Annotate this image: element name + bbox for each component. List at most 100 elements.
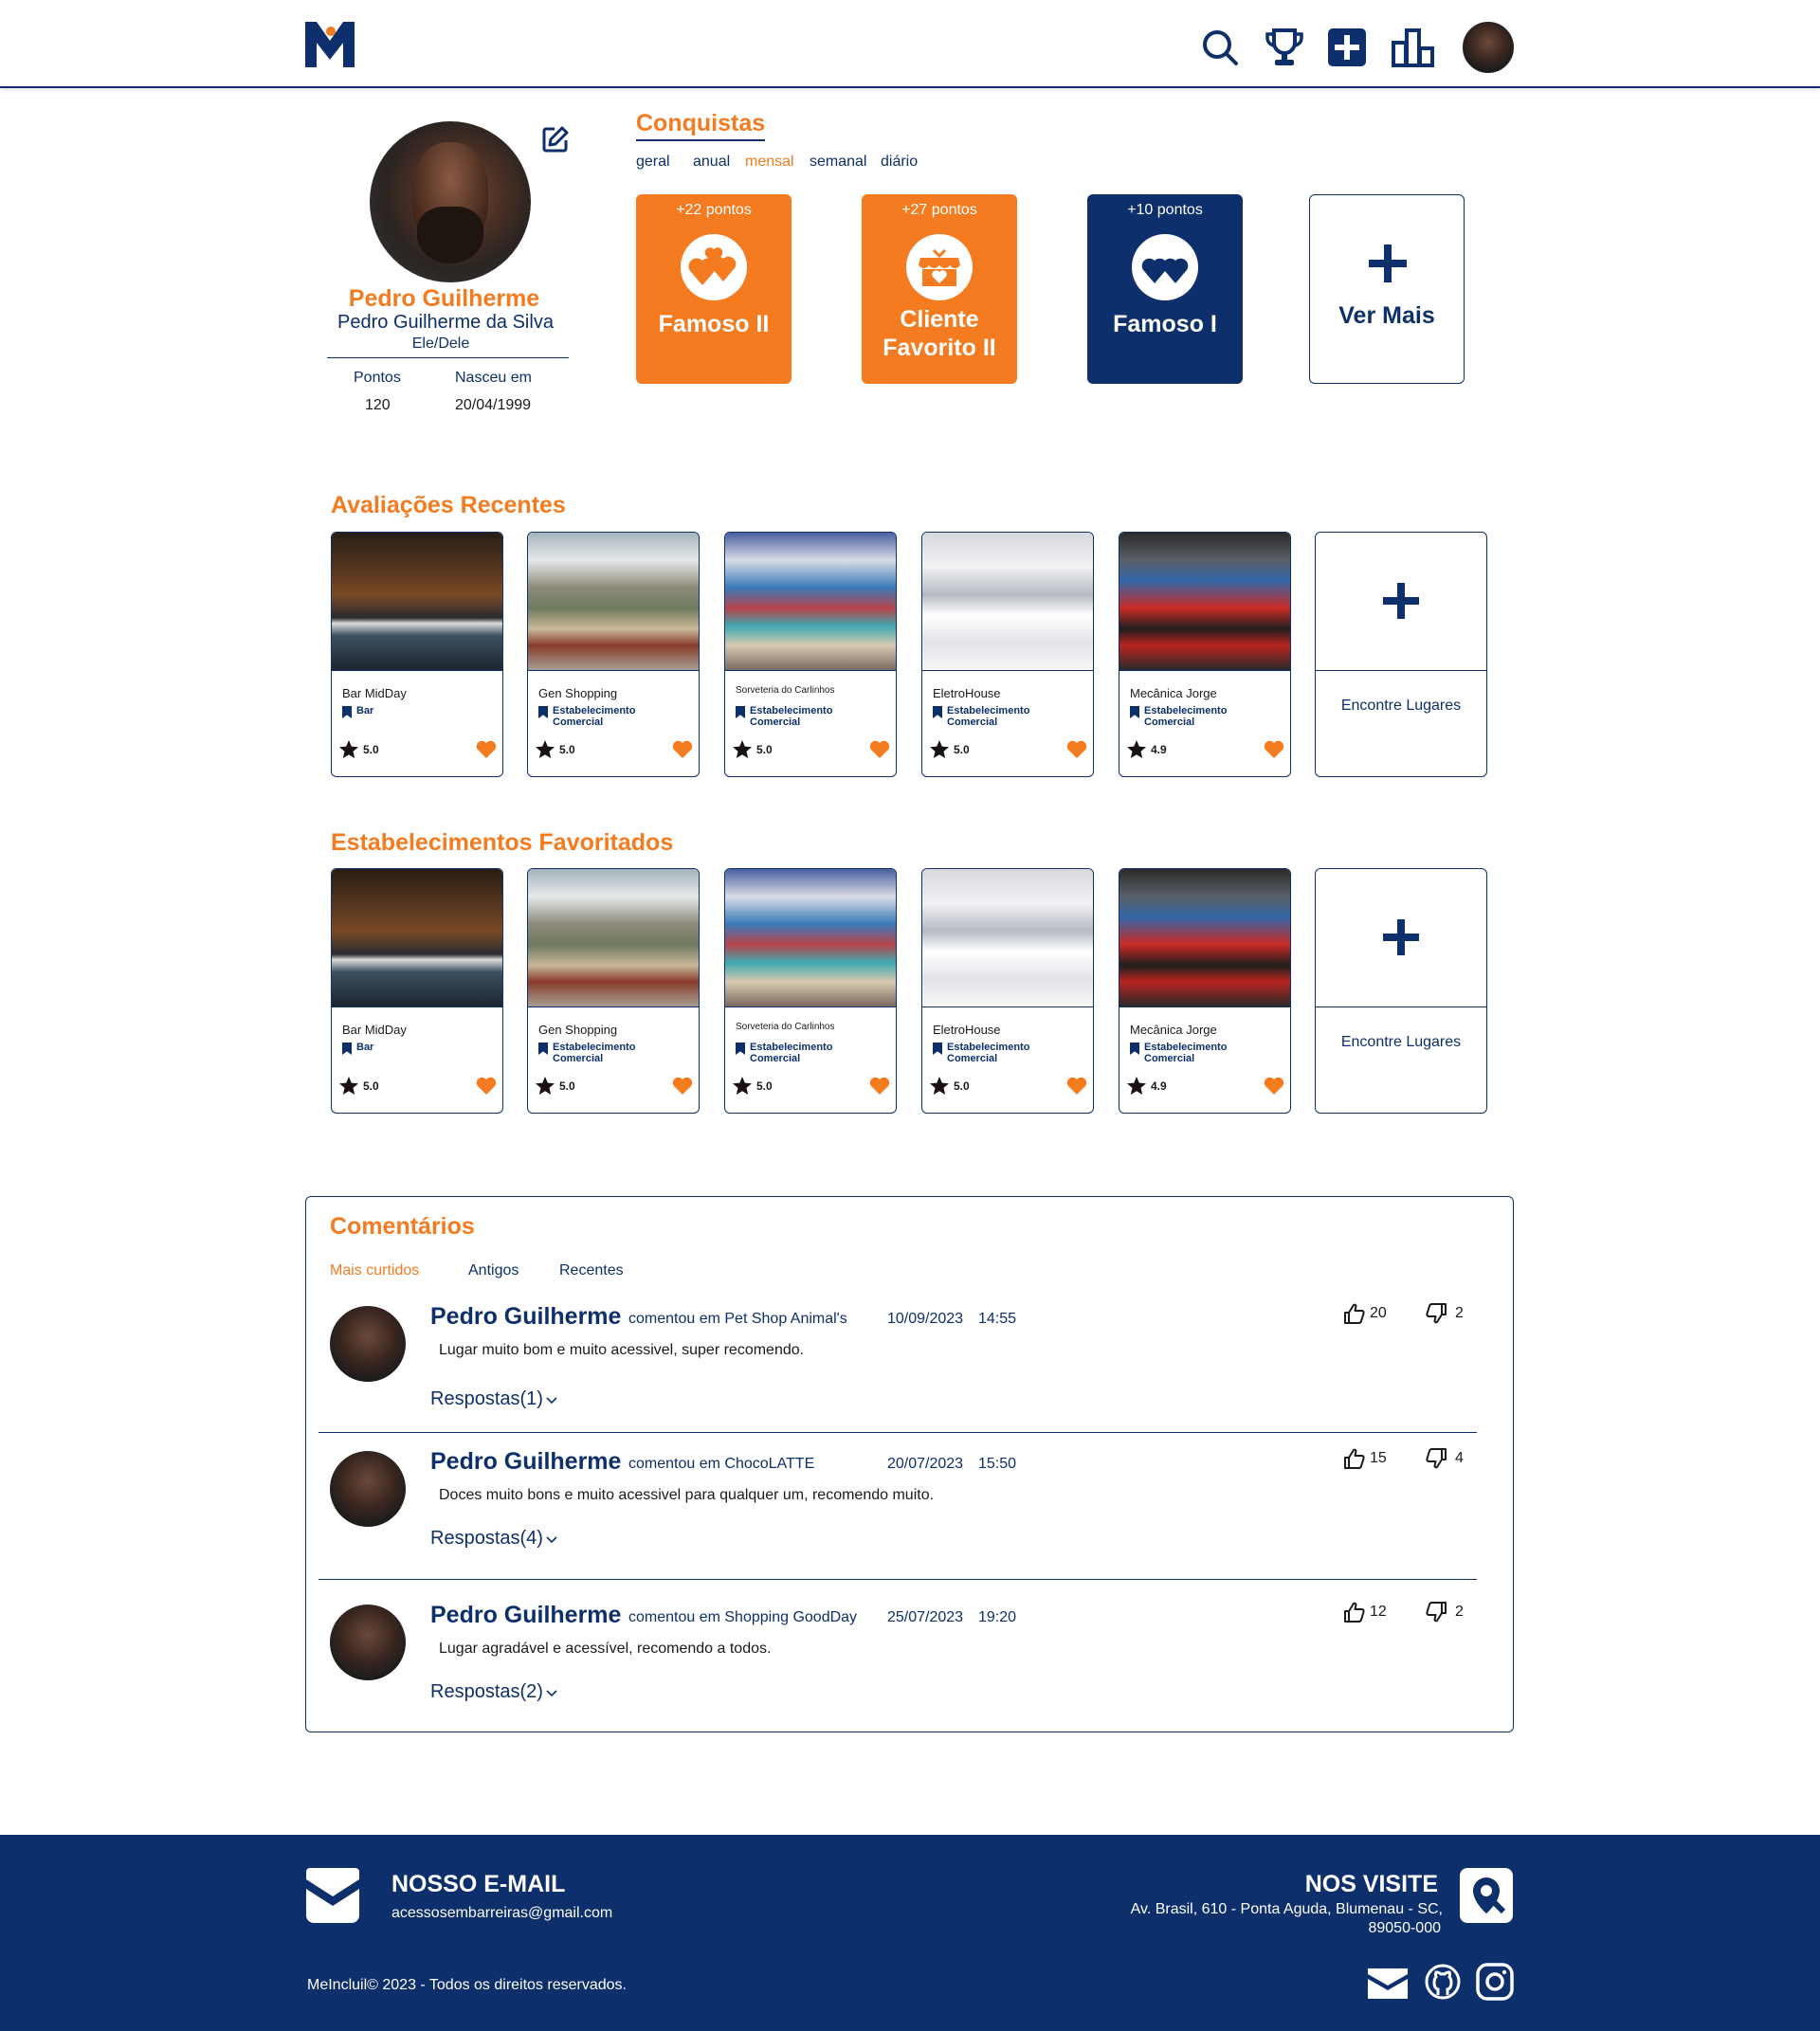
heart-icon[interactable] bbox=[672, 1077, 693, 1100]
menclui-logo-icon[interactable] bbox=[305, 22, 355, 67]
achievement-card-cliente-favorito-ii[interactable]: +27 pontos Cliente Favorito II bbox=[862, 194, 1017, 384]
achievement-card-famoso-i[interactable]: +10 pontos Famoso I bbox=[1087, 194, 1243, 384]
profile-avatar bbox=[370, 121, 531, 282]
achievement-points: +10 pontos bbox=[1127, 202, 1203, 218]
edit-icon[interactable] bbox=[541, 125, 570, 154]
heart-icon[interactable] bbox=[672, 740, 693, 764]
comment-place[interactable]: comentou em Shopping GoodDay bbox=[628, 1609, 857, 1626]
heart-icon[interactable] bbox=[1066, 740, 1087, 764]
comment-author[interactable]: Pedro Guilherme bbox=[430, 1303, 621, 1331]
bookmark-icon bbox=[1130, 706, 1139, 718]
star-icon bbox=[929, 1076, 950, 1097]
achievement-card-famoso-ii[interactable]: +22 pontos Famoso II bbox=[636, 194, 792, 384]
tab-recentes[interactable]: Recentes bbox=[559, 1262, 624, 1279]
filter-geral[interactable]: geral bbox=[636, 154, 670, 171]
search-icon[interactable] bbox=[1195, 23, 1245, 72]
instagram-icon[interactable] bbox=[1476, 1963, 1514, 2005]
place-rating: 5.0 bbox=[535, 739, 575, 760]
filter-diario[interactable]: diário bbox=[881, 154, 918, 171]
achievement-name: Famoso II bbox=[658, 311, 770, 337]
place-card[interactable]: Bar MidDay Bar 5.0 bbox=[331, 868, 503, 1114]
heart-icon[interactable] bbox=[1264, 740, 1284, 764]
mail-icon[interactable] bbox=[1368, 1968, 1408, 2004]
trophy-icon[interactable] bbox=[1260, 23, 1309, 72]
tab-antigos[interactable]: Antigos bbox=[468, 1262, 519, 1279]
achievement-name: Cliente Favorito II bbox=[883, 306, 996, 361]
place-card[interactable]: Mecânica Jorge Estabelecimento Comercial 4… bbox=[1119, 532, 1291, 777]
star-icon bbox=[732, 739, 753, 760]
place-card[interactable]: Bar MidDay Bar 5.0 bbox=[331, 532, 503, 777]
place-category: Estabelecimento Comercial bbox=[538, 705, 647, 728]
place-rating: 4.9 bbox=[1126, 739, 1167, 760]
replies-toggle[interactable]: Respostas(1) bbox=[430, 1388, 557, 1410]
comment-avatar[interactable] bbox=[330, 1605, 406, 1680]
heart-icon[interactable] bbox=[1264, 1077, 1284, 1100]
bookmark-icon bbox=[342, 706, 352, 718]
dislike-button[interactable]: 4 bbox=[1425, 1448, 1464, 1469]
like-icon bbox=[1343, 1602, 1366, 1623]
dislike-count: 2 bbox=[1455, 1305, 1464, 1321]
comment-text: Doces muito bons e muito acessivel para … bbox=[439, 1487, 935, 1503]
heart-icon[interactable] bbox=[869, 1077, 890, 1100]
place-image bbox=[725, 869, 896, 1007]
heart-icon[interactable] bbox=[476, 1077, 497, 1100]
heart-icon[interactable] bbox=[869, 740, 890, 764]
comment-author[interactable]: Pedro Guilherme bbox=[430, 1602, 621, 1629]
avatar[interactable] bbox=[1463, 22, 1514, 73]
see-more-achievements-button[interactable]: Ver Mais bbox=[1309, 194, 1465, 384]
dislike-button[interactable]: 2 bbox=[1425, 1602, 1464, 1623]
comment-avatar[interactable] bbox=[330, 1451, 406, 1527]
like-button[interactable]: 20 bbox=[1343, 1303, 1387, 1324]
email-value[interactable]: acessosembarreiras@gmail.com bbox=[391, 1905, 612, 1922]
place-name: Bar MidDay bbox=[342, 686, 407, 700]
github-icon[interactable] bbox=[1424, 1963, 1462, 2005]
place-rating: 5.0 bbox=[732, 739, 773, 760]
comment-place[interactable]: comentou em Pet Shop Animal's bbox=[628, 1311, 847, 1328]
tab-mais-curtidos[interactable]: Mais curtidos bbox=[330, 1262, 419, 1279]
comment-date: 20/07/2023 bbox=[887, 1456, 964, 1472]
star-icon bbox=[732, 1076, 753, 1097]
replies-toggle[interactable]: Respostas(2) bbox=[430, 1681, 557, 1703]
dislike-button[interactable]: 2 bbox=[1425, 1303, 1464, 1324]
ranking-icon[interactable] bbox=[1389, 23, 1438, 72]
place-card[interactable]: Gen Shopping Estabelecimento Comercial 5.0 bbox=[527, 868, 700, 1114]
heart-icon[interactable] bbox=[1066, 1077, 1087, 1100]
place-rating: 5.0 bbox=[338, 739, 379, 760]
heart-icon[interactable] bbox=[476, 740, 497, 764]
comment-author[interactable]: Pedro Guilherme bbox=[430, 1448, 621, 1476]
place-name: Mecânica Jorge bbox=[1130, 686, 1217, 700]
place-card[interactable]: EletroHouse Estabelecimento Comercial 5.0 bbox=[921, 868, 1094, 1114]
email-title: NOSSO E-MAIL bbox=[391, 1871, 566, 1897]
star-icon bbox=[929, 739, 950, 760]
find-places-button[interactable]: Encontre Lugares bbox=[1315, 532, 1487, 777]
filter-anual[interactable]: anual bbox=[693, 154, 730, 171]
replies-toggle[interactable]: Respostas(4) bbox=[430, 1528, 557, 1550]
place-card[interactable]: Sorveteria do Carlinhos Estabelecimento C… bbox=[724, 868, 897, 1114]
place-name: Mecânica Jorge bbox=[1130, 1023, 1217, 1037]
achievements-title: Conquistas bbox=[636, 110, 766, 141]
place-category: Bar bbox=[342, 705, 451, 718]
place-card[interactable]: Mecânica Jorge Estabelecimento Comercial 4… bbox=[1119, 868, 1291, 1114]
place-name: EletroHouse bbox=[933, 686, 1001, 700]
profile-pronouns: Ele/Dele bbox=[411, 335, 470, 352]
place-category: Bar bbox=[342, 1042, 451, 1055]
rating-value: 4.9 bbox=[1151, 743, 1167, 756]
filter-mensal[interactable]: mensal bbox=[745, 154, 794, 171]
plus-icon bbox=[1367, 243, 1409, 289]
comment-place[interactable]: comentou em ChocoLATTE bbox=[628, 1456, 814, 1473]
filter-semanal[interactable]: semanal bbox=[810, 154, 866, 171]
place-card[interactable]: EletroHouse Estabelecimento Comercial 5.0 bbox=[921, 532, 1094, 777]
place-card[interactable]: Gen Shopping Estabelecimento Comercial 5.0 bbox=[527, 532, 700, 777]
place-rating: 5.0 bbox=[929, 1076, 970, 1097]
find-places-label: Encontre Lugares bbox=[1340, 1034, 1462, 1050]
star-icon bbox=[1126, 739, 1147, 760]
place-rating: 5.0 bbox=[338, 1076, 379, 1097]
category-label: Estabelecimento Comercial bbox=[1144, 1042, 1228, 1064]
rating-value: 5.0 bbox=[559, 1079, 575, 1093]
comment-avatar[interactable] bbox=[330, 1306, 406, 1382]
like-button[interactable]: 12 bbox=[1343, 1602, 1387, 1623]
place-card[interactable]: Sorveteria do Carlinhos Estabelecimento C… bbox=[724, 532, 897, 777]
add-icon[interactable] bbox=[1322, 23, 1372, 72]
like-button[interactable]: 15 bbox=[1343, 1448, 1387, 1469]
find-places-button[interactable]: Encontre Lugares bbox=[1315, 868, 1487, 1114]
